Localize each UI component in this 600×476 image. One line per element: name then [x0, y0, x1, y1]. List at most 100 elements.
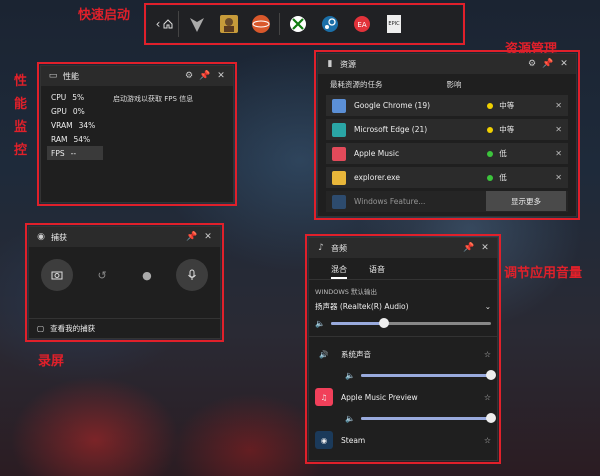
resource-name: Google Chrome (19) — [354, 101, 431, 110]
favorite-icon[interactable]: ☆ — [484, 393, 491, 402]
perf-label: RAM — [51, 134, 68, 144]
microphone-icon — [187, 269, 196, 280]
xbox-icon[interactable] — [284, 11, 312, 37]
app-volume-item: ◉ Steam ☆ — [309, 427, 497, 453]
master-volume-row: 🔈 — [309, 315, 497, 332]
start-recording-button[interactable]: ● — [131, 259, 163, 291]
capture-header: ◉ 捕获 📌 ✕ — [29, 227, 220, 247]
perf-row-gpu[interactable]: GPU 0% — [47, 104, 103, 118]
quick-launch-bar: ‹ EA EPIC — [147, 6, 462, 42]
perf-row-fps[interactable]: FPS -- — [47, 146, 103, 160]
epic-icon[interactable]: EPIC — [380, 11, 408, 37]
perf-row-vram[interactable]: VRAM 34% — [47, 118, 103, 132]
app-volume-list: 🔊 系统声音 ☆ 🔈 ♫ Apple Music Preview ☆ 🔈 ◉ Steam ☆ — [309, 341, 497, 453]
perf-metrics-list: CPU 5% GPU 0% VRAM 34% RAM 54% FPS -- — [47, 90, 103, 160]
app-volume-thumb[interactable] — [486, 370, 496, 380]
impact-level: 中等 — [499, 125, 515, 134]
annotation-record-screen: 录屏 — [38, 354, 65, 369]
favorite-icon[interactable]: ☆ — [484, 436, 491, 445]
resource-row[interactable]: explorer.exe 低 ✕ — [326, 167, 568, 188]
record-dot-icon: ● — [142, 268, 152, 282]
resource-name: Microsoft Edge (21) — [354, 125, 428, 134]
app-audio-icon: 🔊 — [319, 349, 329, 359]
steam-icon[interactable] — [316, 11, 344, 37]
annotation-perf-monitor: 性能监控 — [14, 74, 28, 158]
settings-sliders-icon[interactable]: ⚙ — [526, 58, 538, 70]
perf-value: 5% — [72, 92, 85, 102]
app-audio-name: Apple Music Preview — [341, 392, 418, 402]
master-volume-slider[interactable] — [330, 318, 491, 328]
app-volume-row: 🔈 — [309, 367, 497, 384]
output-device-select[interactable]: 扬声器 (Realtek(R) Audio) ⌄ — [309, 298, 497, 315]
close-icon[interactable]: ✕ — [215, 70, 227, 82]
camera-icon — [51, 271, 63, 280]
annotation-quick-launch: 快速启动 — [78, 8, 131, 23]
output-device-name: 扬声器 (Realtek(R) Audio) — [315, 302, 409, 311]
performance-header: ▭ 性能 ⚙ 📌 ✕ — [41, 66, 233, 86]
chevron-down-icon: ⌄ — [484, 302, 491, 311]
show-more-button[interactable]: 显示更多 — [486, 191, 566, 211]
perf-row-ram[interactable]: RAM 54% — [47, 132, 103, 146]
resources-title: 资源 — [340, 59, 356, 69]
back-home-button[interactable]: ‹ — [151, 11, 179, 37]
app-audio-name: Steam — [341, 435, 366, 445]
resource-row[interactable]: Apple Music 低 ✕ — [326, 143, 568, 164]
game-avatar-icon[interactable] — [215, 11, 243, 37]
col-top-tasks: 最耗资源的任务 — [330, 80, 383, 89]
perf-row-cpu[interactable]: CPU 5% — [47, 90, 103, 104]
app-icon — [332, 122, 346, 137]
ea-icon[interactable]: EA — [348, 11, 376, 37]
app-volume-slider[interactable] — [360, 413, 496, 423]
end-task-icon[interactable]: ✕ — [555, 149, 562, 158]
screenshot-button[interactable] — [41, 259, 74, 291]
gallery-icon: ▢ — [37, 324, 45, 333]
speaker-icon: 🔈 — [345, 371, 355, 380]
app-volume-thumb[interactable] — [486, 413, 496, 423]
favorite-icon[interactable]: ☆ — [484, 350, 491, 359]
pin-icon[interactable]: 📌 — [186, 231, 198, 243]
tab-mix[interactable]: 混合 — [331, 264, 347, 279]
close-icon[interactable]: ✕ — [479, 242, 491, 254]
resource-row[interactable]: Google Chrome (19) 中等 ✕ — [326, 95, 568, 116]
tab-voice[interactable]: 语音 — [369, 264, 385, 279]
resource-name: Windows Feature... — [354, 197, 426, 206]
game-ball-icon[interactable] — [247, 11, 275, 37]
settings-sliders-icon[interactable]: ⚙ — [183, 70, 195, 82]
capture-panel: ◉ 捕获 📌 ✕ ↺ ● ▢ 查看我的捕获 — [28, 226, 221, 339]
app-volume-fill — [360, 374, 491, 377]
end-task-icon[interactable]: ✕ — [555, 101, 562, 110]
pin-icon[interactable]: 📌 — [199, 70, 211, 82]
resources-panel: ▮ 资源 ⚙ 📌 ✕ 最耗资源的任务 影响 Google Chrome (19)… — [317, 53, 577, 217]
record-last-button[interactable]: ↺ — [86, 259, 118, 291]
microphone-button[interactable] — [175, 259, 208, 291]
impact-dot — [487, 174, 494, 181]
end-task-icon[interactable]: ✕ — [555, 173, 562, 182]
end-task-icon[interactable]: ✕ — [555, 125, 562, 134]
app-volume-row: 🔈 — [309, 410, 497, 427]
perf-label: FPS — [51, 148, 65, 158]
perf-label: CPU — [51, 92, 67, 102]
pin-icon[interactable]: 📌 — [463, 242, 475, 254]
app-volume-fill — [360, 417, 491, 420]
perf-label: VRAM — [51, 120, 73, 130]
app-audio-name: 系统声音 — [341, 349, 371, 359]
view-captures-link[interactable]: ▢ 查看我的捕获 — [29, 318, 220, 338]
monitor-icon: ▭ — [48, 71, 58, 81]
svg-text:EA: EA — [357, 21, 366, 29]
impact-level: 低 — [499, 149, 507, 158]
col-impact: 影响 — [446, 80, 462, 89]
app-volume-slider[interactable] — [360, 370, 496, 380]
pin-icon[interactable]: 📌 — [542, 58, 554, 70]
impact-dot — [487, 150, 494, 157]
resources-header: ▮ 资源 ⚙ 📌 ✕ — [318, 54, 576, 74]
close-icon[interactable]: ✕ — [202, 231, 214, 243]
destiny-icon[interactable] — [183, 11, 211, 37]
resource-name: explorer.exe — [354, 173, 400, 182]
master-volume-thumb[interactable] — [378, 318, 389, 328]
impact-level: 中等 — [499, 101, 515, 110]
view-captures-label: 查看我的捕获 — [50, 324, 96, 333]
resource-row[interactable]: Microsoft Edge (21) 中等 ✕ — [326, 119, 568, 140]
speaker-icon: 🔈 — [315, 319, 325, 328]
perf-value: 0% — [72, 106, 85, 116]
close-icon[interactable]: ✕ — [558, 58, 570, 70]
